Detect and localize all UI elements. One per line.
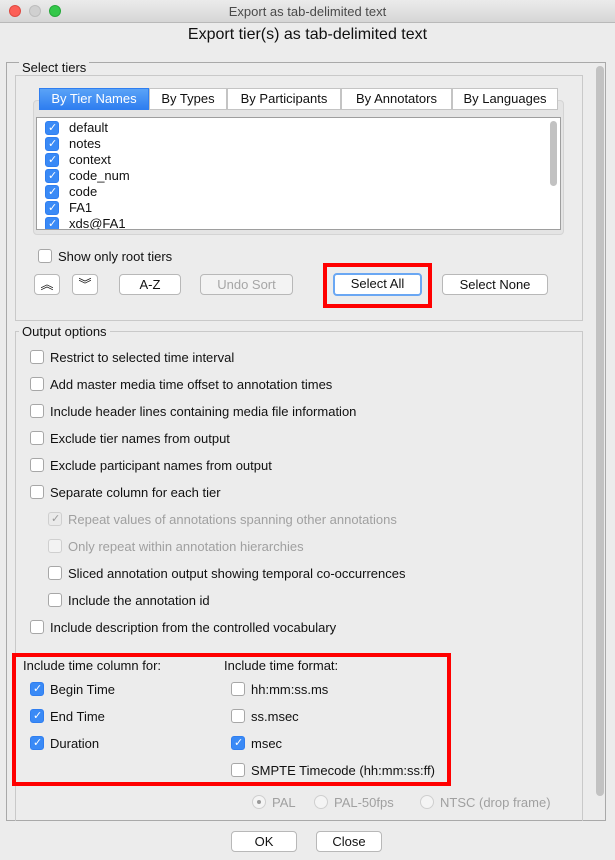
option-checkbox[interactable] xyxy=(48,593,62,607)
tier-checkbox[interactable] xyxy=(45,121,59,135)
chevron-up-icon: ︽ xyxy=(40,277,54,292)
window-title: Export as tab-delimited text xyxy=(228,4,387,19)
tier-name: notes xyxy=(69,136,101,151)
tier-name: FA1 xyxy=(69,200,93,215)
time-column-checkbox[interactable] xyxy=(30,709,44,723)
smpte-label: NTSC (drop frame) xyxy=(440,795,551,810)
tab-by-types[interactable]: By Types xyxy=(149,88,227,110)
time-format-label: msec xyxy=(251,736,283,751)
option-label: Separate column for each tier xyxy=(50,485,221,500)
ok-button[interactable]: OK xyxy=(231,831,297,852)
option-checkbox[interactable] xyxy=(30,620,44,634)
time-column-checkbox[interactable] xyxy=(30,736,44,750)
tier-checkbox[interactable] xyxy=(45,185,59,199)
chevron-down-icon: ︾ xyxy=(78,277,92,292)
option-checkbox[interactable] xyxy=(30,485,44,499)
move-down-button[interactable]: ︾ xyxy=(72,274,98,295)
smpte-radio xyxy=(252,795,266,809)
select-none-button[interactable]: Select None xyxy=(442,274,548,295)
time-format-label: SMPTE Timecode (hh:mm:ss:ff) xyxy=(251,763,435,778)
vertical-scrollbar[interactable] xyxy=(596,66,604,796)
option-label: Repeat values of annotations spanning ot… xyxy=(68,512,397,527)
show-only-root-checkbox[interactable] xyxy=(38,249,52,263)
move-up-button[interactable]: ︽ xyxy=(34,274,60,295)
time-column-label: End Time xyxy=(50,709,105,724)
option-label: Include description from the controlled … xyxy=(50,620,337,635)
option-checkbox[interactable] xyxy=(30,458,44,472)
tier-list-scrollbar[interactable] xyxy=(550,121,557,186)
output-options-label: Output options xyxy=(19,324,110,339)
time-format-label: Include time format: xyxy=(224,658,339,673)
option-checkbox[interactable] xyxy=(30,350,44,364)
undo-sort-button: Undo Sort xyxy=(200,274,293,295)
tab-by-participants[interactable]: By Participants xyxy=(227,88,341,110)
tier-checkbox[interactable] xyxy=(45,153,59,167)
time-format-checkbox[interactable] xyxy=(231,709,245,723)
tier-name: code xyxy=(69,184,98,199)
tier-name: xds@FA1 xyxy=(69,216,126,230)
tier-name: default xyxy=(69,120,109,135)
tier-checkbox[interactable] xyxy=(45,137,59,151)
show-only-root-label: Show only root tiers xyxy=(58,249,173,264)
time-format-checkbox[interactable] xyxy=(231,682,245,696)
smpte-radio xyxy=(420,795,434,809)
zoom-window-icon[interactable] xyxy=(49,5,61,17)
time-column-label: Include time column for: xyxy=(23,658,162,673)
dialog-header: Export tier(s) as tab-delimited text xyxy=(187,26,428,43)
option-label: Only repeat within annotation hierarchie… xyxy=(68,539,304,554)
option-checkbox[interactable] xyxy=(30,404,44,418)
time-format-label: ss.msec xyxy=(251,709,299,724)
tier-name: code_num xyxy=(69,168,130,183)
close-window-icon[interactable] xyxy=(9,5,21,17)
option-label: Restrict to selected time interval xyxy=(50,350,235,365)
smpte-label: PAL-50fps xyxy=(334,795,394,810)
option-label: Include the annotation id xyxy=(68,593,210,608)
tab-by-languages[interactable]: By Languages xyxy=(452,88,558,110)
time-format-checkbox[interactable] xyxy=(231,763,245,777)
option-label: Exclude participant names from output xyxy=(50,458,272,473)
tier-checkbox[interactable] xyxy=(45,217,59,229)
select-tiers-label: Select tiers xyxy=(19,60,90,75)
option-label: Include header lines containing media fi… xyxy=(50,404,357,419)
time-format-label: hh:mm:ss.ms xyxy=(251,682,329,697)
sort-az-button[interactable]: A-Z xyxy=(119,274,181,295)
option-checkbox[interactable] xyxy=(30,377,44,391)
title-bar: Export as tab-delimited text xyxy=(0,0,615,23)
close-button[interactable]: Close xyxy=(316,831,382,852)
option-checkbox[interactable] xyxy=(30,431,44,445)
option-checkbox xyxy=(48,512,62,526)
tab-by-annotators[interactable]: By Annotators xyxy=(341,88,452,110)
option-checkbox[interactable] xyxy=(48,566,62,580)
option-checkbox xyxy=(48,539,62,553)
time-column-checkbox[interactable] xyxy=(30,682,44,696)
tier-checkbox[interactable] xyxy=(45,201,59,215)
tier-checkbox[interactable] xyxy=(45,169,59,183)
smpte-label: PAL xyxy=(272,795,296,810)
option-label: Exclude tier names from output xyxy=(50,431,230,446)
option-label: Sliced annotation output showing tempora… xyxy=(68,566,406,581)
option-label: Add master media time offset to annotati… xyxy=(50,377,333,392)
time-column-label: Duration xyxy=(50,736,100,751)
minimize-window-icon xyxy=(29,5,41,17)
smpte-radio xyxy=(314,795,328,809)
tier-name: context xyxy=(69,152,111,167)
tab-by-tier-names[interactable]: By Tier Names xyxy=(39,88,149,110)
tier-list: defaultnotescontextcode_numcodeFA1xds@FA… xyxy=(36,117,561,230)
time-format-checkbox[interactable] xyxy=(231,736,245,750)
time-column-label: Begin Time xyxy=(50,682,116,697)
highlight-box xyxy=(323,263,432,308)
